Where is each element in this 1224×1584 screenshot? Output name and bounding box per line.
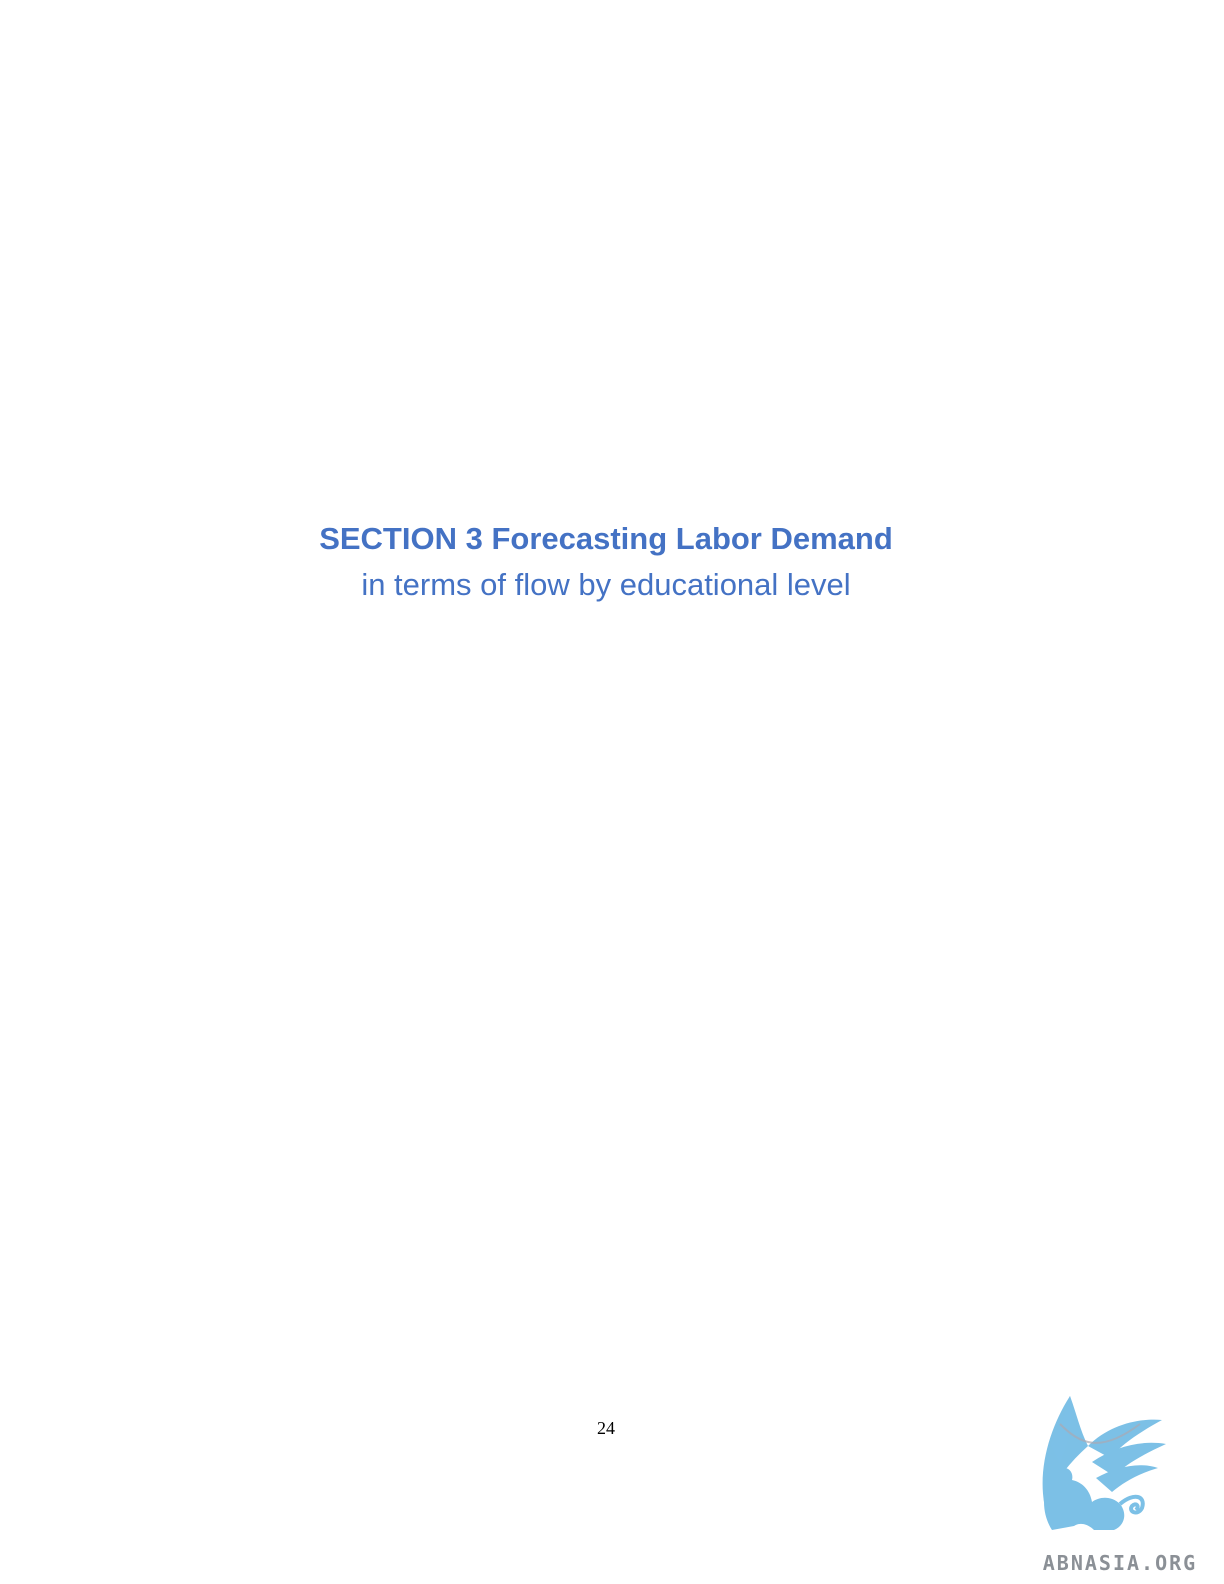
abnasia-watermark: ABNASIA.ORG — [1030, 1384, 1210, 1580]
svg-text:ABNASIA.ORG: ABNASIA.ORG — [1043, 1551, 1197, 1575]
griffin-logo-icon: ABNASIA.ORG — [1042, 1396, 1197, 1575]
section-subtitle: in terms of flow by educational level — [361, 567, 851, 602]
section-title: SECTION 3 Forecasting Labor Demand — [319, 521, 893, 556]
